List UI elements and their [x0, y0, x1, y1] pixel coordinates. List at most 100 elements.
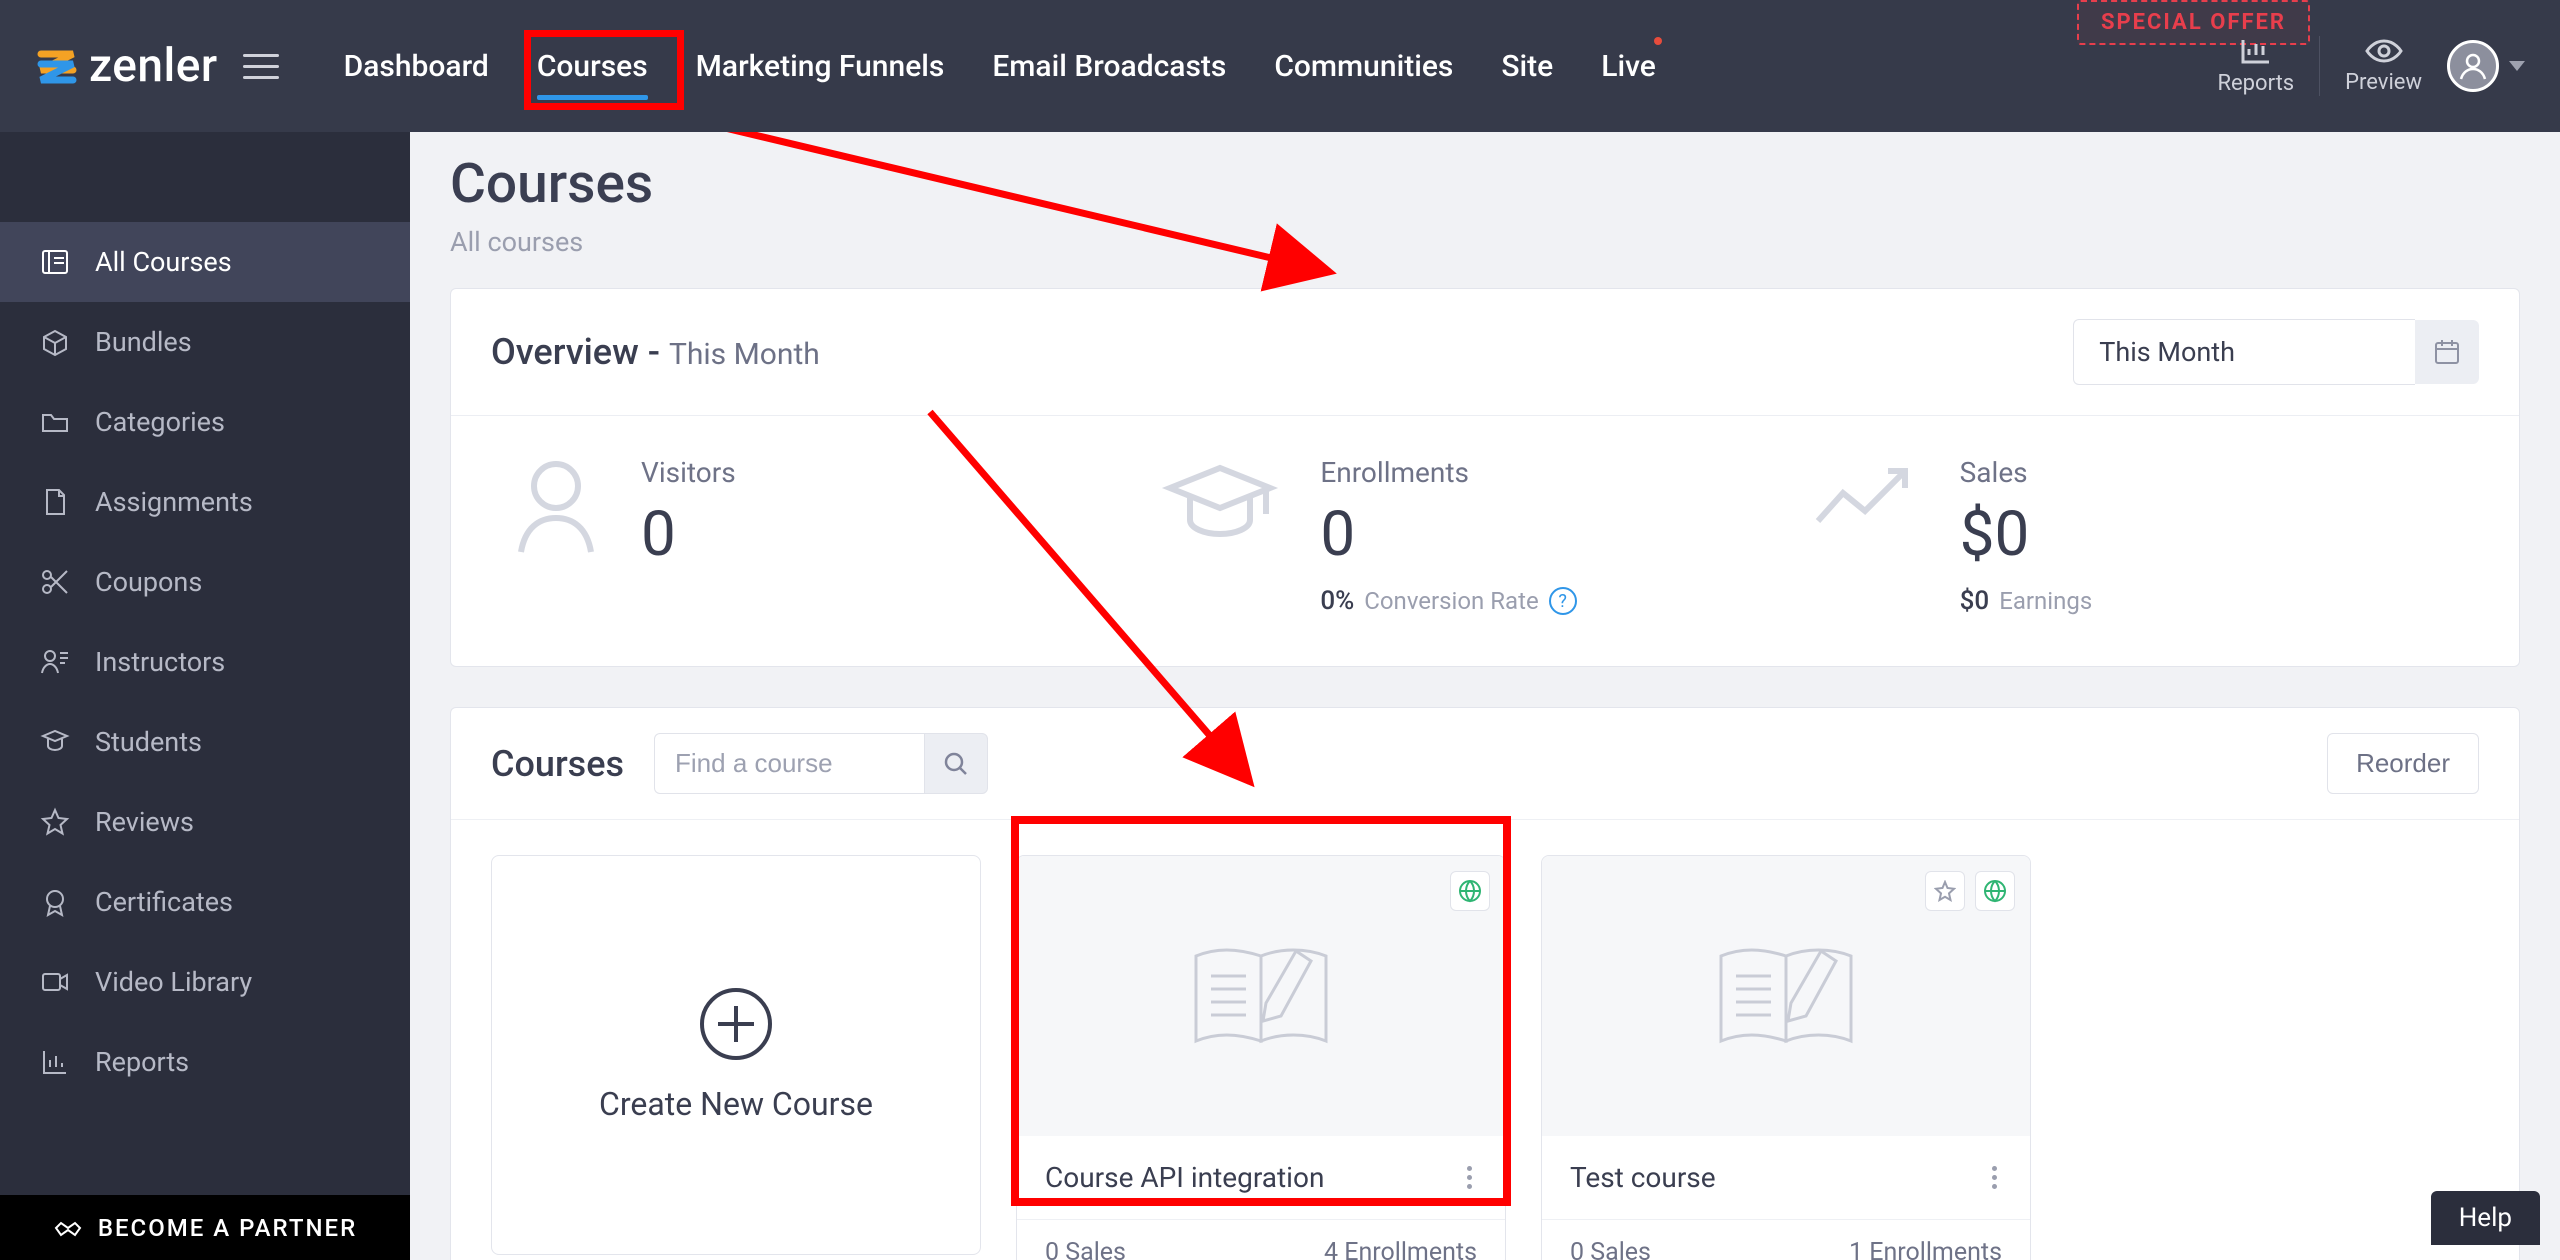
overview-stats: Visitors 0 Enrollments 0 0% Conversion R… — [451, 416, 2519, 666]
stat-enrollments: Enrollments 0 0% Conversion Rate ? — [1160, 456, 1809, 616]
nav-item-live[interactable]: Live — [1601, 39, 1656, 94]
nav-item-courses[interactable]: Courses — [537, 39, 648, 94]
video-icon — [40, 967, 70, 997]
scissors-icon — [40, 567, 70, 597]
search-wrap — [654, 733, 988, 794]
student-icon — [40, 727, 70, 757]
help-icon[interactable]: ? — [1549, 587, 1577, 615]
stat-label: Enrollments — [1320, 456, 1576, 489]
brand-text: zenler — [89, 39, 218, 93]
sidebar-label: Students — [95, 726, 202, 758]
brand-logo[interactable]: zenler — [35, 39, 218, 93]
page-header: Courses All courses — [450, 132, 2520, 288]
favorite-badge[interactable] — [1925, 871, 1965, 911]
sidebar-label: Categories — [95, 406, 225, 438]
stat-value: 0 — [1320, 504, 1576, 566]
sidebar-item-students[interactable]: Students — [0, 702, 410, 782]
page-subtitle: All courses — [450, 226, 2520, 258]
sidebar-item-video-library[interactable]: Video Library — [0, 942, 410, 1022]
stat-visitors: Visitors 0 — [511, 456, 1160, 616]
stat-value: $0 — [1960, 504, 2093, 566]
sidebar-item-instructors[interactable]: Instructors — [0, 622, 410, 702]
overview-card: Overview - This Month This Month Visitor… — [450, 288, 2520, 667]
avatar — [2447, 40, 2499, 92]
sidebar-item-reviews[interactable]: Reviews — [0, 782, 410, 862]
search-button[interactable] — [924, 733, 988, 794]
preview-link[interactable]: Preview — [2345, 38, 2422, 95]
reports-label: Reports — [2217, 71, 2294, 96]
nav-items: Dashboard Courses Marketing Funnels Emai… — [344, 39, 1656, 94]
menu-toggle-icon[interactable] — [243, 54, 279, 79]
kebab-menu[interactable] — [1462, 1161, 1477, 1194]
sidebar-item-all-courses[interactable]: All Courses — [0, 222, 410, 302]
course-thumbnail — [1017, 856, 1505, 1136]
course-sales: 0 Sales — [1570, 1238, 1651, 1260]
person-icon — [511, 456, 601, 560]
search-input[interactable] — [654, 733, 924, 794]
courses-title: Courses — [491, 743, 624, 785]
published-badge[interactable] — [1975, 871, 2015, 911]
become-partner-label: BECOME A PARTNER — [98, 1214, 357, 1242]
sidebar-item-categories[interactable]: Categories — [0, 382, 410, 462]
period-picker[interactable]: This Month — [2073, 319, 2479, 385]
live-indicator-dot — [1654, 37, 1662, 45]
reports-link[interactable]: Reports — [2217, 37, 2294, 96]
sidebar-item-bundles[interactable]: Bundles — [0, 302, 410, 382]
published-badge[interactable] — [1450, 871, 1490, 911]
top-nav: zenler Dashboard Courses Marketing Funne… — [0, 0, 2560, 132]
document-icon — [40, 487, 70, 517]
chevron-down-icon — [2509, 61, 2525, 71]
handshake-icon — [53, 1216, 83, 1240]
book-pencil-icon — [1701, 931, 1871, 1061]
kebab-menu[interactable] — [1987, 1161, 2002, 1194]
sidebar-label: Reviews — [95, 806, 194, 838]
folder-icon — [40, 407, 70, 437]
book-icon — [40, 247, 70, 277]
person-icon — [2458, 51, 2488, 81]
globe-icon — [1458, 879, 1482, 903]
sidebar-item-assignments[interactable]: Assignments — [0, 462, 410, 542]
period-select[interactable]: This Month — [2073, 319, 2415, 385]
help-button[interactable]: Help — [2431, 1191, 2540, 1245]
courses-header: Courses Reorder — [451, 708, 2519, 820]
nav-item-communities[interactable]: Communities — [1274, 39, 1453, 94]
page-title: Courses — [450, 152, 2520, 216]
course-title-row: Test course — [1542, 1136, 2030, 1219]
sidebar-label: All Courses — [95, 246, 232, 278]
course-enrollments: 1 Enrollments — [1849, 1238, 2002, 1260]
layout: All Courses Bundles Categories Assignmen… — [0, 132, 2560, 1260]
zenler-logo-icon — [35, 44, 79, 88]
nav-item-dashboard[interactable]: Dashboard — [344, 39, 489, 94]
globe-icon — [1983, 879, 2007, 903]
overview-title: Overview - This Month — [491, 331, 820, 373]
star-icon — [40, 807, 70, 837]
course-card[interactable]: Test course 0 Sales 1 Enrollments — [1541, 855, 2031, 1260]
bar-chart-icon — [40, 1047, 70, 1077]
nav-item-site[interactable]: Site — [1501, 39, 1553, 94]
preview-label: Preview — [2345, 70, 2422, 95]
graduation-cap-icon — [1160, 456, 1280, 550]
instructor-icon — [40, 647, 70, 677]
sidebar-label: Bundles — [95, 326, 192, 358]
become-partner-button[interactable]: BECOME A PARTNER — [0, 1195, 410, 1260]
sidebar-label: Certificates — [95, 886, 233, 918]
stat-value: 0 — [641, 504, 736, 566]
calendar-button[interactable] — [2415, 320, 2479, 384]
sidebar-label: Reports — [95, 1046, 189, 1078]
course-card[interactable]: Course API integration 0 Sales 4 Enrollm… — [1016, 855, 1506, 1260]
sidebar-item-reports[interactable]: Reports — [0, 1022, 410, 1102]
course-thumbnail — [1542, 856, 2030, 1136]
stat-sales: Sales $0 $0 Earnings — [1810, 456, 2459, 616]
eye-icon — [2365, 38, 2403, 64]
create-course-card[interactable]: Create New Course — [491, 855, 981, 1255]
user-menu[interactable] — [2447, 40, 2525, 92]
courses-card: Courses Reorder Create New Course — [450, 707, 2520, 1260]
sidebar-item-coupons[interactable]: Coupons — [0, 542, 410, 622]
nav-item-email-broadcasts[interactable]: Email Broadcasts — [992, 39, 1226, 94]
stat-label: Visitors — [641, 456, 736, 489]
book-pencil-icon — [1176, 931, 1346, 1061]
reorder-button[interactable]: Reorder — [2327, 733, 2479, 794]
nav-item-marketing-funnels[interactable]: Marketing Funnels — [696, 39, 945, 94]
brand-area: zenler — [35, 39, 279, 93]
sidebar-item-certificates[interactable]: Certificates — [0, 862, 410, 942]
